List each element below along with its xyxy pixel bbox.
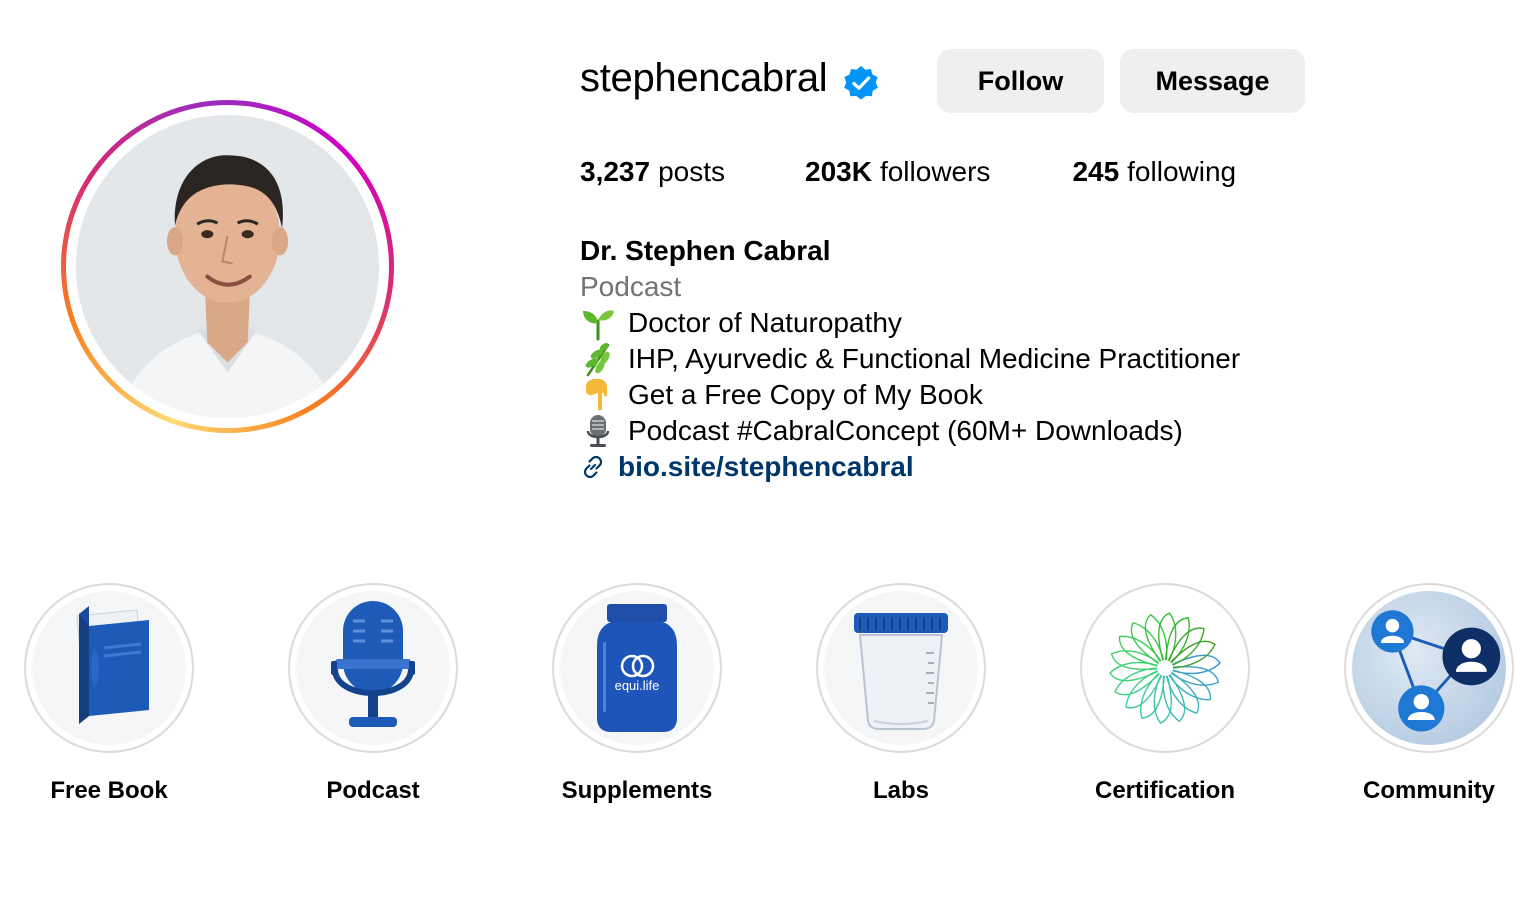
bio-website-link[interactable]: bio.site/stephencabral [580, 449, 1240, 485]
bio-line-text: Get a Free Copy of My Book [628, 379, 983, 410]
highlight-label: Supplements [561, 777, 713, 804]
bio-full-name: Dr. Stephen Cabral [580, 235, 831, 266]
jar-label: equi.life [615, 678, 660, 693]
bio-line: Podcast #CabralConcept (60M+ Downloads) [580, 413, 1240, 449]
highlight-supplements[interactable]: equi.life Supplements [552, 583, 722, 805]
bio-line-text: IHP, Ayurvedic & Functional Medicine Pra… [628, 343, 1241, 374]
verified-badge-icon [844, 65, 878, 100]
highlight-label: Certification [1094, 777, 1235, 804]
pointing-down-emoji-icon [586, 379, 607, 411]
profile-stats: 3,237 posts 203K followers 245 following [580, 156, 1236, 188]
following-stat[interactable]: 245 following [1072, 156, 1236, 188]
highlight-labs[interactable]: Labs [816, 583, 986, 805]
network-icon [1371, 610, 1501, 732]
profile-username: stephencabral [580, 56, 828, 100]
book-icon [76, 606, 149, 724]
profile-page: stephencabral Follow Message 3,237 posts… [0, 0, 1539, 919]
posts-label: posts [658, 156, 726, 187]
posts-count: 3,237 [580, 156, 651, 187]
highlight-label: Labs [872, 777, 929, 804]
followers-count: 203K [805, 156, 872, 187]
highlight-label: Free Book [50, 777, 168, 804]
highlight-community[interactable]: Community [1344, 583, 1514, 805]
bio-line-text: Doctor of Naturopathy [628, 307, 902, 338]
highlight-certification[interactable]: Certification [1080, 583, 1250, 805]
bio-line: Doctor of Naturopathy [580, 305, 1240, 341]
followers-stat[interactable]: 203K followers [805, 156, 990, 188]
supplement-jar-icon: equi.life [597, 604, 677, 732]
bio-line-text: Podcast #CabralConcept (60M+ Downloads) [628, 415, 1183, 446]
bio-line: Get a Free Copy of My Book [580, 377, 1240, 413]
follow-button[interactable]: Follow [937, 49, 1104, 113]
posts-stat: 3,237 posts [580, 156, 725, 188]
profile-avatar[interactable] [61, 100, 394, 433]
following-label: following [1127, 156, 1237, 187]
highlight-podcast[interactable]: Podcast [288, 583, 458, 805]
followers-label: followers [879, 156, 991, 187]
avatar-photo [76, 115, 379, 418]
bio-line: IHP, Ayurvedic & Functional Medicine Pra… [580, 341, 1240, 377]
highlight-label: Podcast [326, 777, 420, 804]
herb-emoji-icon [585, 343, 610, 377]
microphone-icon [331, 601, 415, 727]
microphone-emoji-icon [586, 415, 610, 447]
bio-category: Podcast [580, 271, 682, 302]
specimen-cup-icon [854, 613, 948, 730]
highlight-label: Community [1363, 777, 1495, 804]
mandala-icon [1109, 612, 1221, 724]
message-button[interactable]: Message [1120, 49, 1305, 113]
seedling-emoji-icon [583, 310, 614, 341]
link-icon [583, 455, 603, 479]
person-portrait-icon [76, 115, 379, 418]
bio-link-text[interactable]: bio.site/stephencabral [618, 449, 914, 485]
profile-bio: Dr. Stephen Cabral Podcast Doctor of Nat… [580, 233, 1240, 485]
highlight-free-book[interactable]: Free Book [24, 583, 194, 805]
following-count: 245 [1072, 156, 1120, 187]
